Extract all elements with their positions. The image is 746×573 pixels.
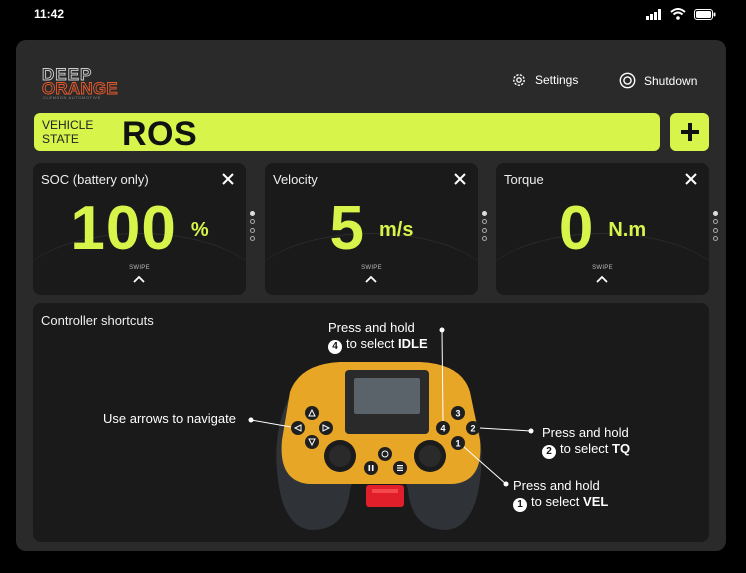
shutdown-label: Shutdown xyxy=(644,73,698,88)
settings-label: Settings xyxy=(535,73,579,87)
deep-orange-logo: DEEP ORANGE CLEMSON AUTOMOTIVE xyxy=(42,65,142,100)
vehicle-state-label-line1: VEHICLE xyxy=(42,118,94,132)
vehicle-state-value: ROS xyxy=(122,115,198,153)
swipe-hint: SWIPE xyxy=(129,265,150,271)
arrows-note: Use arrows to navigate xyxy=(103,411,236,426)
vel-note-line2: 1 to select VEL xyxy=(513,494,608,512)
page-dot xyxy=(250,235,255,241)
swipe-hint: SWIPE xyxy=(592,265,613,271)
tq-note-line2: 2 to select TQ xyxy=(542,441,630,459)
card-reading: 0 N.m xyxy=(496,193,709,263)
vehicle-state-bar: VEHICLE STATE ROS xyxy=(34,113,660,153)
page-dot xyxy=(482,235,487,241)
card-menu-dots[interactable] xyxy=(713,211,719,241)
vel-note-line1: Press and hold xyxy=(513,478,600,493)
page-dot xyxy=(250,219,255,225)
swipe-hint: SWIPE xyxy=(361,265,382,271)
plus-icon xyxy=(680,123,699,141)
close-icon[interactable] xyxy=(452,171,468,187)
button-1-badge: 1 xyxy=(513,498,527,512)
card-title: Velocity xyxy=(273,172,318,187)
card-menu-dots[interactable] xyxy=(250,211,256,241)
tq-note-prefix: to select xyxy=(560,441,609,456)
vel-note-prefix: to select xyxy=(531,494,580,509)
power-icon xyxy=(619,72,636,89)
idle-shortcut-note: Press and hold 4 to select IDLE xyxy=(328,320,428,354)
page-dot xyxy=(713,219,718,225)
card-unit: % xyxy=(190,218,209,241)
page-dot xyxy=(713,235,718,241)
vehicle-state-label: VEHICLE STATE xyxy=(42,118,93,146)
cellular-signal-icon xyxy=(646,8,661,20)
page-dot xyxy=(250,227,255,233)
vel-note-target: VEL xyxy=(583,494,609,509)
card-reading: 5 m/s xyxy=(265,193,478,263)
svg-text:CLEMSON AUTOMOTIVE: CLEMSON AUTOMOTIVE xyxy=(43,95,101,100)
card-unit: N.m xyxy=(608,218,647,241)
wifi-icon xyxy=(670,8,686,20)
card-unit: m/s xyxy=(379,218,414,241)
chevron-up-icon[interactable] xyxy=(133,275,145,283)
close-icon[interactable] xyxy=(220,171,236,187)
chevron-up-icon[interactable] xyxy=(596,275,608,283)
card-value: 5 xyxy=(329,193,365,263)
status-bar: 11:42 xyxy=(0,0,746,28)
card-value: 0 xyxy=(558,193,595,263)
vel-shortcut-note: Press and hold 1 to select VEL xyxy=(513,478,608,512)
card-title: SOC (battery only) xyxy=(41,172,149,187)
idle-note-line1: Press and hold xyxy=(328,320,415,335)
close-icon[interactable] xyxy=(683,171,699,187)
card-title: Torque xyxy=(504,172,544,187)
page-dot xyxy=(482,219,487,225)
page-dot xyxy=(250,211,255,216)
button-4-badge: 4 xyxy=(328,340,342,354)
vehicle-state-label-line2: STATE xyxy=(42,132,79,146)
logo-graphic: DEEP ORANGE CLEMSON AUTOMOTIVE xyxy=(42,65,119,100)
tq-shortcut-note: Press and hold 2 to select TQ xyxy=(542,425,630,459)
page-dot xyxy=(482,227,487,233)
card-reading: 100 % xyxy=(33,193,246,263)
card-menu-dots[interactable] xyxy=(482,211,488,241)
shutdown-button[interactable]: Shutdown xyxy=(619,72,697,89)
tq-note-line1: Press and hold xyxy=(542,425,629,440)
velocity-card[interactable]: Velocity 5 m/s SWIPE xyxy=(265,163,478,295)
add-button[interactable] xyxy=(670,113,709,151)
torque-card[interactable]: Torque 0 N.m SWIPE xyxy=(496,163,709,295)
gear-icon xyxy=(513,74,525,86)
idle-note-line2: 4 to select IDLE xyxy=(328,336,428,354)
idle-note-target: IDLE xyxy=(398,336,428,351)
controller-shortcuts-title: Controller shortcuts xyxy=(41,313,154,328)
battery-icon xyxy=(694,8,716,20)
card-value: 100 xyxy=(70,193,177,263)
page-dot xyxy=(482,211,487,216)
button-2-badge: 2 xyxy=(542,445,556,459)
status-time: 11:42 xyxy=(34,7,65,21)
idle-note-prefix: to select xyxy=(346,336,395,351)
soc-card[interactable]: SOC (battery only) 100 % SWIPE xyxy=(33,163,246,295)
page-dot xyxy=(713,211,718,216)
settings-button[interactable]: Settings xyxy=(511,72,578,88)
tq-note-target: TQ xyxy=(612,441,631,456)
page-dot xyxy=(713,227,718,233)
chevron-up-icon[interactable] xyxy=(365,275,377,283)
status-icons xyxy=(646,8,716,20)
